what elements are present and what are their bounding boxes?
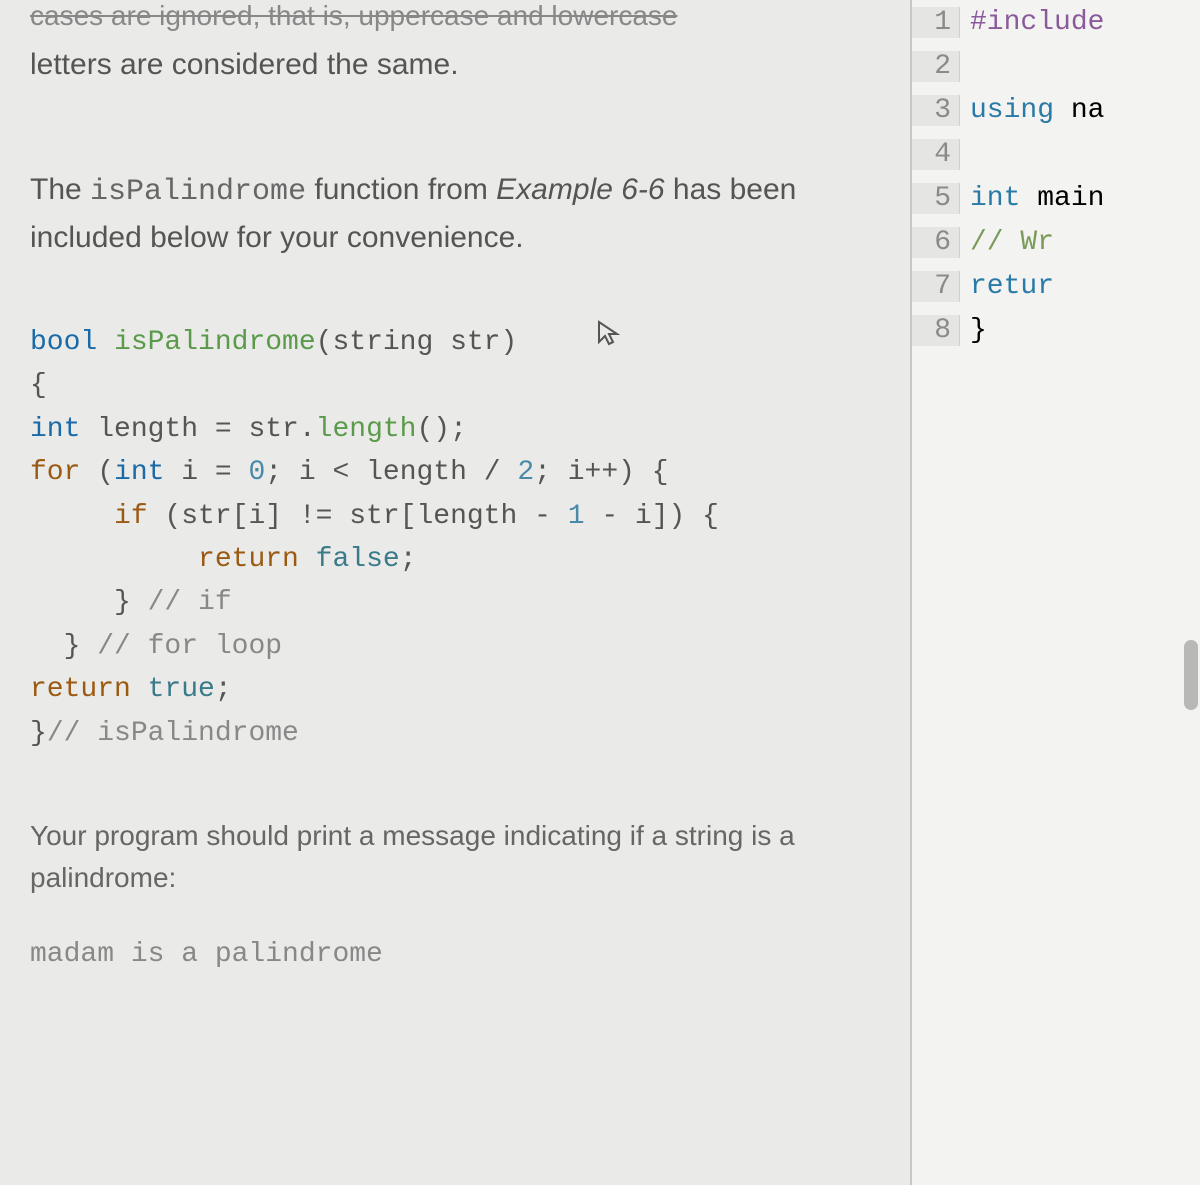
comment: // Wr — [970, 227, 1054, 258]
code-text: ; — [400, 544, 417, 575]
text: function from — [306, 173, 496, 206]
number-literal: 2 — [517, 457, 534, 488]
code-text: ; — [215, 674, 232, 705]
code-text: main — [1020, 183, 1104, 214]
scrollbar-thumb[interactable] — [1184, 640, 1198, 710]
code-reference: isPalindrome — [90, 175, 306, 209]
keyword-control: for — [30, 457, 80, 488]
function-name: length — [316, 414, 417, 445]
code-text: ; i < length / — [265, 457, 517, 488]
comment: // for loop — [97, 631, 282, 662]
code-text: length = str. — [80, 414, 315, 445]
text: The — [30, 173, 90, 206]
line-number: 2 — [912, 51, 960, 82]
code-text: ( — [80, 457, 114, 488]
code-text: (string str) — [316, 327, 518, 358]
keyword-control: return — [198, 544, 299, 575]
line-number: 4 — [912, 139, 960, 170]
keyword-control: if — [114, 501, 148, 532]
keyword-type: int — [114, 457, 164, 488]
code-line[interactable]: 1 #include — [912, 0, 1200, 44]
code-text: ; i++) { — [534, 457, 668, 488]
code-line[interactable]: 6 // Wr — [912, 220, 1200, 264]
code-text: na — [1054, 95, 1104, 126]
code-text: } — [960, 315, 987, 346]
code-text: { — [30, 370, 47, 401]
keyword: int — [970, 183, 1020, 214]
comment: // if — [148, 587, 232, 618]
code-line[interactable]: 2 — [912, 44, 1200, 88]
code-line[interactable]: 3 using na — [912, 88, 1200, 132]
code-line[interactable]: 4 — [912, 132, 1200, 176]
code-text: } — [114, 587, 148, 618]
instruction-line-1: letters are considered the same. — [30, 42, 880, 87]
keyword-type: bool — [30, 327, 97, 358]
bool-literal: false — [299, 544, 400, 575]
keyword-type: int — [30, 414, 80, 445]
code-text: } — [30, 718, 47, 749]
code-line[interactable]: 8 } — [912, 308, 1200, 352]
keyword: using — [970, 95, 1054, 126]
line-number: 3 — [912, 95, 960, 126]
line-number: 6 — [912, 227, 960, 258]
code-text: (str[i] != str[length - — [148, 501, 568, 532]
number-literal: 0 — [248, 457, 265, 488]
instruction-paragraph-3: Your program should print a message indi… — [30, 815, 880, 899]
instructions-panel: cases are ignored, that is, uppercase an… — [0, 0, 910, 1185]
bool-literal: true — [131, 674, 215, 705]
code-text: i = — [164, 457, 248, 488]
line-number: 1 — [912, 7, 960, 38]
example-reference: Example 6-6 — [496, 173, 664, 206]
code-editor-panel[interactable]: 1 #include 2 3 using na 4 5 int main 6 /… — [910, 0, 1200, 1185]
expected-output: madam is a palindrome — [30, 939, 880, 970]
instruction-paragraph-2: The isPalindrome function from Example 6… — [30, 167, 880, 260]
line-number: 8 — [912, 315, 960, 346]
code-text: - i]) { — [585, 501, 719, 532]
code-text: } — [64, 631, 98, 662]
keyword-control: return — [30, 674, 131, 705]
line-number: 7 — [912, 271, 960, 302]
number-literal: 1 — [568, 501, 585, 532]
struck-text: cases are ignored, that is, uppercase an… — [30, 0, 880, 32]
line-number: 5 — [912, 183, 960, 214]
comment: // isPalindrome — [47, 718, 299, 749]
code-text: (); — [417, 414, 467, 445]
code-line[interactable]: 7 retur — [912, 264, 1200, 308]
code-line[interactable]: 5 int main — [912, 176, 1200, 220]
keyword: retur — [970, 271, 1054, 302]
example-code-block: bool isPalindrome(string str) { int leng… — [30, 320, 880, 755]
cursor-icon — [597, 320, 621, 363]
preprocessor: #include — [970, 7, 1104, 38]
function-name: isPalindrome — [97, 327, 315, 358]
